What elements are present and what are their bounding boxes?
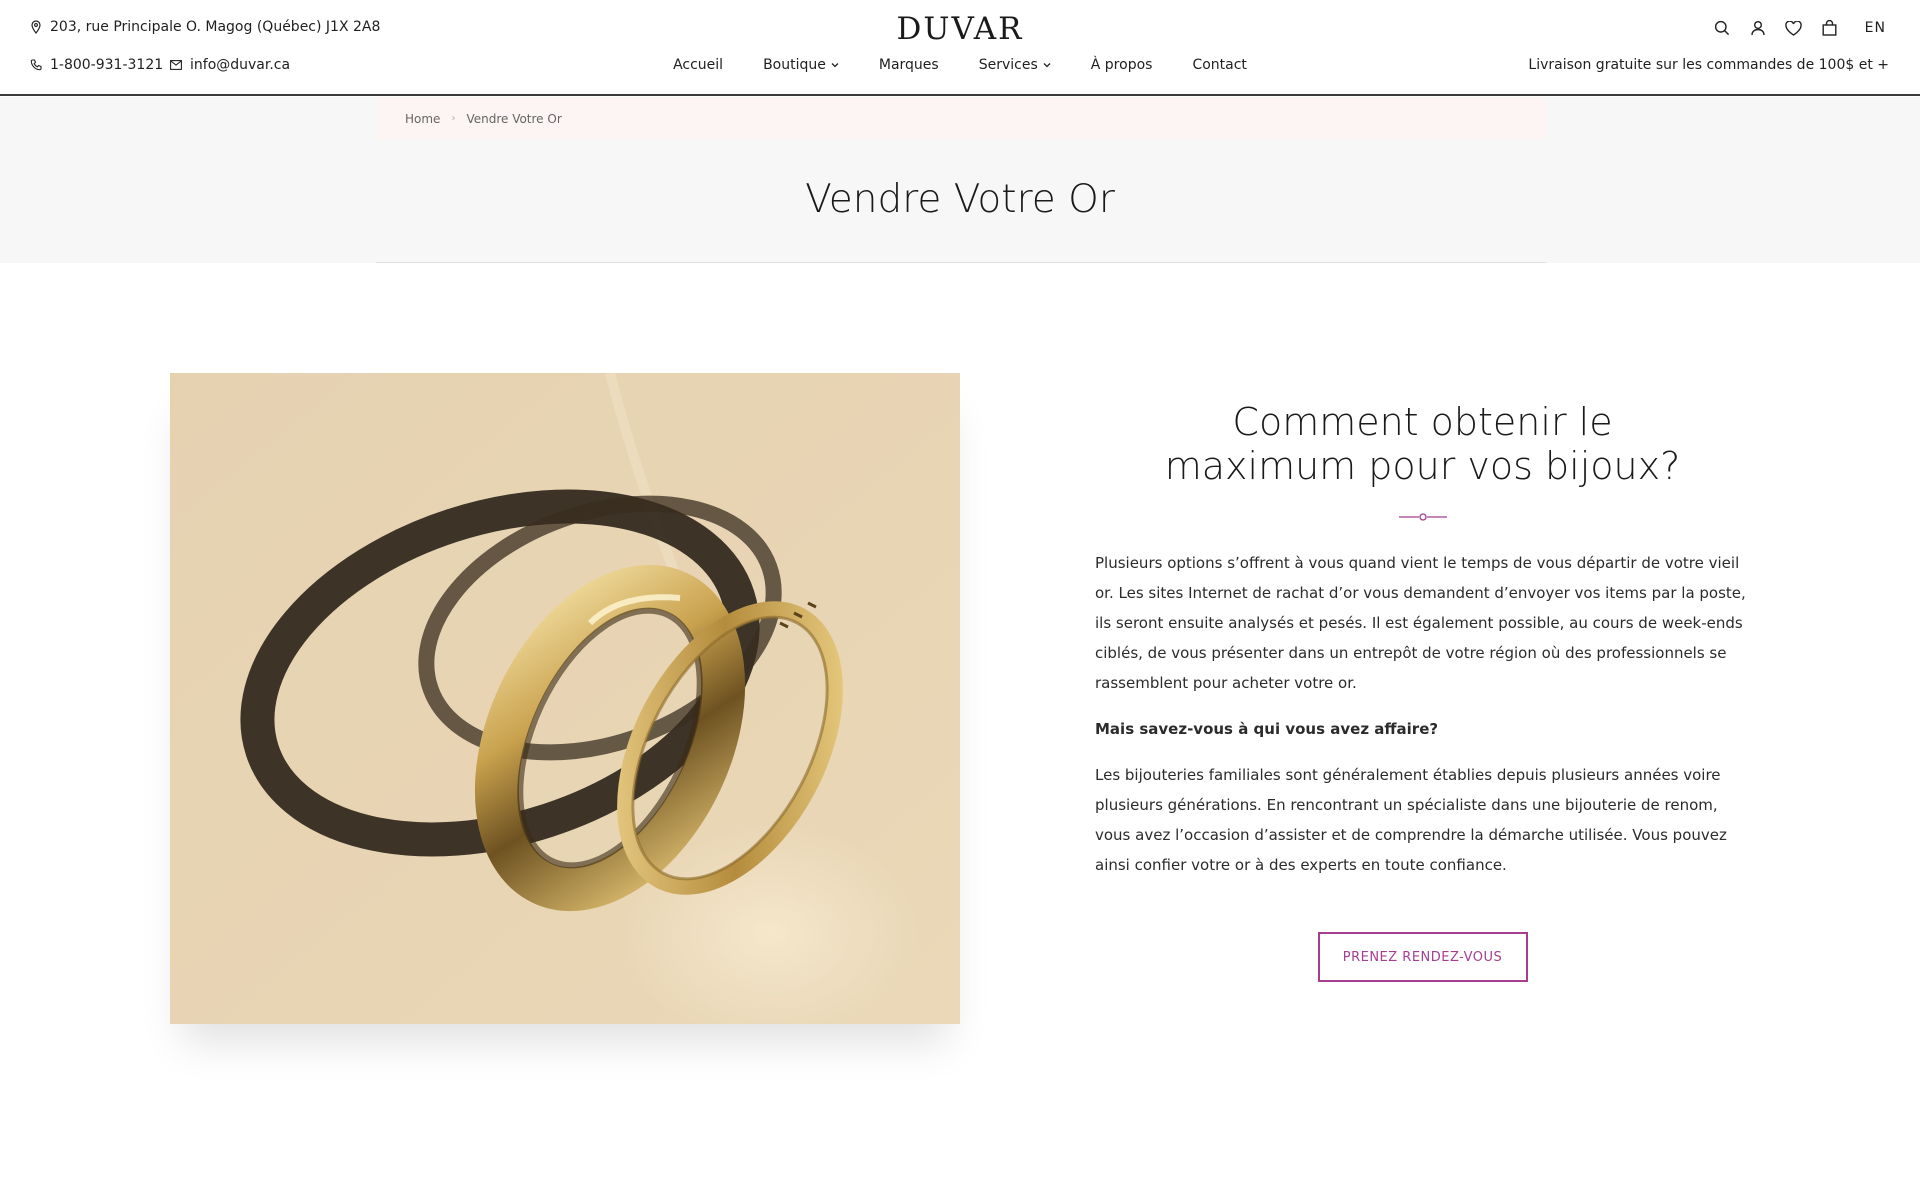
- wishlist-heart-icon[interactable]: [1783, 17, 1805, 39]
- chevron-down-icon: [831, 63, 839, 68]
- nav-item-a-propos[interactable]: À propos: [1091, 57, 1153, 73]
- nav-item-accueil[interactable]: Accueil: [673, 57, 723, 73]
- shopping-bag-icon[interactable]: [1819, 17, 1841, 39]
- search-icon[interactable]: [1711, 17, 1733, 39]
- nav-label: Accueil: [673, 57, 724, 73]
- body-paragraph: Les bijouteries familiales sont générale…: [1095, 766, 1727, 874]
- ornament-divider-icon: [1095, 512, 1750, 522]
- cta-wrapper: PRENEZ RENDEZ-VOUS: [1095, 932, 1750, 982]
- nav-item-boutique[interactable]: Boutique: [763, 57, 839, 73]
- nav-label: Contact: [1192, 57, 1247, 73]
- nav-item-marques[interactable]: Marques: [879, 57, 939, 73]
- nav-label: Services: [978, 57, 1038, 73]
- breadcrumb-current: Vendre Votre Or: [466, 111, 562, 126]
- heading-line-2: maximum pour vos bijoux?: [1164, 444, 1681, 488]
- nav-item-services[interactable]: Services: [979, 57, 1051, 73]
- page-title-band: Home › Vendre Votre Or Vendre Votre Or: [0, 97, 1920, 263]
- question-text: Mais savez-vous à qui vous avez affaire?: [1095, 720, 1439, 738]
- breadcrumb: Home › Vendre Votre Or: [376, 97, 1546, 140]
- nav-label: À propos: [1090, 57, 1153, 73]
- book-appointment-button[interactable]: PRENEZ RENDEZ-VOUS: [1317, 932, 1528, 982]
- breadcrumb-separator-icon: ›: [451, 113, 456, 124]
- nav-label: Marques: [878, 57, 939, 73]
- chevron-down-icon: [1043, 63, 1051, 68]
- heading-line-1: Comment obtenir le: [1232, 400, 1613, 444]
- shipping-notice: Livraison gratuite sur les commandes de …: [1528, 57, 1889, 73]
- nav-label: Boutique: [763, 57, 826, 73]
- site-logo[interactable]: DUVAR: [0, 11, 1920, 47]
- content-section: Comment obtenir le maximum pour vos bijo…: [1095, 400, 1750, 982]
- title-divider-line: [376, 262, 1546, 263]
- language-switch[interactable]: EN: [1865, 20, 1886, 36]
- header-icons: EN: [1697, 17, 1886, 39]
- breadcrumb-home[interactable]: Home: [405, 112, 440, 126]
- intro-paragraph: Plusieurs options s’offrent à vous quand…: [1095, 554, 1746, 692]
- account-icon[interactable]: [1747, 17, 1769, 39]
- site-header: 203, rue Principale O. Magog (Québec) J1…: [0, 0, 1920, 96]
- nav-item-contact[interactable]: Contact: [1192, 57, 1246, 73]
- page-title: Vendre Votre Or: [805, 177, 1115, 222]
- section-heading: Comment obtenir le maximum pour vos bijo…: [1095, 400, 1750, 488]
- gold-rings-photo: [170, 373, 960, 1024]
